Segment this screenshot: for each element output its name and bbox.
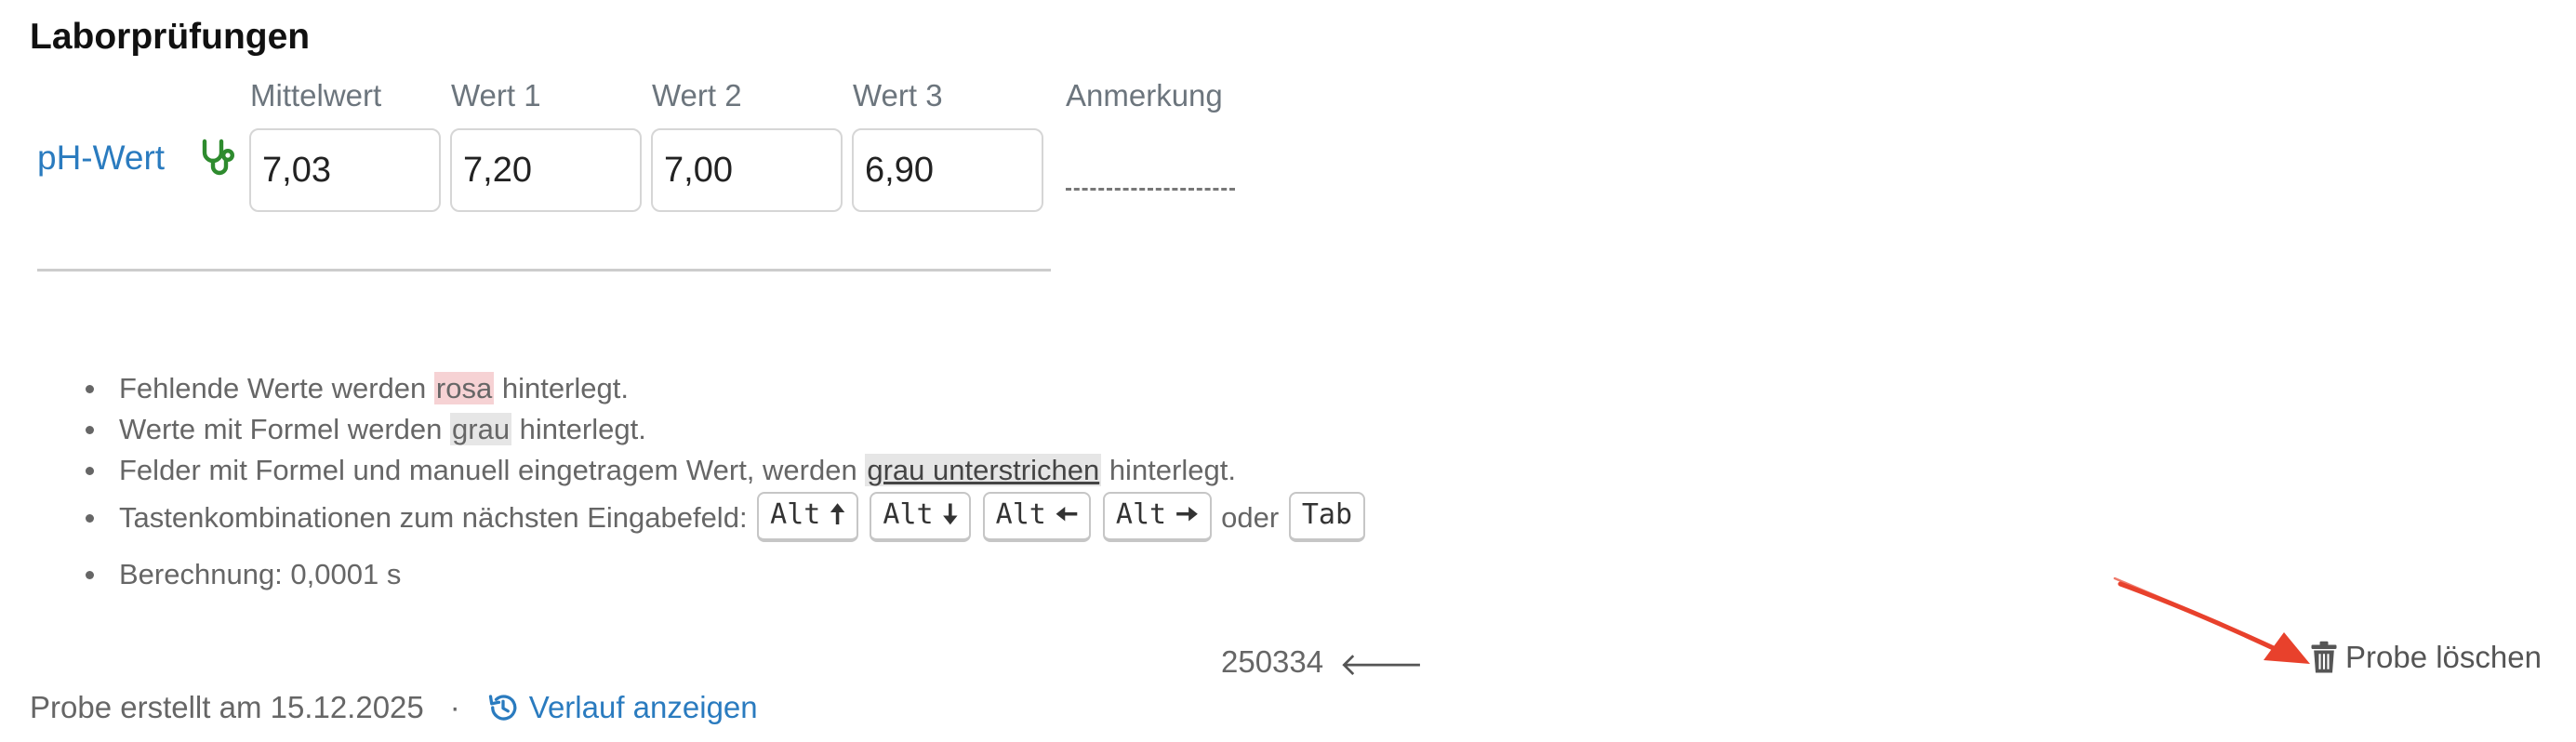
shortcuts-text: Tastenkombinationen zum nächsten Eingabe… [119,501,756,534]
wert-2-field[interactable] [651,128,843,212]
arrow-up-icon: 🠅 [830,497,845,531]
stethoscope-icon[interactable] [195,136,240,180]
formula-manual-text-prefix: Felder mit Formel und manuell eingetrage… [119,454,866,486]
bullet [86,514,94,523]
column-header-wert-1: Wert 1 [451,78,541,113]
history-icon [488,695,517,721]
info-item-shortcuts: Tastenkombinationen zum nächsten Eingabe… [74,491,1748,545]
divider [37,269,1051,272]
column-header-mittelwert: Mittelwert [250,78,382,113]
sample-id: 250334 [1221,644,1324,679]
shortcuts-or: oder [1221,501,1280,534]
column-header-wert-3: Wert 3 [853,78,943,113]
section-title: Laborprüfungen [30,17,311,57]
anmerkung-field[interactable] [1066,154,1235,191]
info-item-missing: Fehlende Werte werden rosa hinterlegt. [74,368,1748,409]
arrow-down-icon: 🠇 [942,497,959,531]
delete-sample-button[interactable]: Probe löschen [2310,640,2542,675]
wert-3-field[interactable] [852,128,1043,212]
created-date-text: Probe erstellt am 15.12.2025 [30,690,424,724]
annotation-arrow-icon [2113,576,2310,664]
missing-text-prefix: Fehlende Werte werden [119,372,434,404]
bullet [86,467,94,475]
kbd-alt-down: Alt 🠇 [870,491,972,542]
arrow-right-icon: 🠆 [1175,497,1199,531]
info-list: Fehlende Werte werden rosa hinterlegt. W… [74,368,1748,595]
bullet [86,426,94,434]
show-history-link[interactable]: Verlauf anzeigen [486,690,758,725]
formula-text-prefix: Werte mit Formel werden [119,413,451,445]
calculation-text: Berechnung: 0,0001 s [119,558,402,590]
arrow-left-icon[interactable]: 🡐 [1339,645,1424,683]
info-item-formula: Werte mit Formel werden grau hinterlegt. [74,409,1748,450]
mittelwert-field[interactable] [249,128,441,212]
kbd-alt-right: Alt 🠆 [1102,491,1212,542]
kbd-alt-left: Alt 🠄 [982,491,1092,542]
trash-icon [2311,641,2337,673]
bullet [86,571,94,579]
kbd-alt-up: Alt 🠅 [757,491,858,542]
bullet [86,385,94,393]
wert-1-field[interactable] [450,128,642,212]
parameter-link-ph-wert[interactable]: pH-Wert [37,139,165,178]
kbd-tab: Tab [1288,491,1366,542]
arrow-left-icon: 🠄 [1055,497,1079,531]
info-item-formula-manual: Felder mit Formel und manuell eingetrage… [74,450,1748,491]
formula-manual-text-suffix: hinterlegt. [1101,454,1236,486]
column-header-anmerkung: Anmerkung [1066,78,1223,113]
highlight-underline-sample: grau unterstrichen [865,454,1102,486]
formula-text-suffix: hinterlegt. [511,413,646,445]
missing-text-suffix: hinterlegt. [494,372,629,404]
highlight-grey-sample: grau [450,413,512,445]
show-history-label: Verlauf anzeigen [528,690,758,724]
column-header-wert-2: Wert 2 [652,78,742,113]
footer: Probe erstellt am 15.12.2025 · Verlauf a… [30,690,758,725]
info-item-calculation: Berechnung: 0,0001 s [74,554,1748,595]
delete-sample-label: Probe löschen [2345,640,2542,674]
highlight-pink-sample: rosa [433,372,495,404]
separator: · [449,690,460,724]
